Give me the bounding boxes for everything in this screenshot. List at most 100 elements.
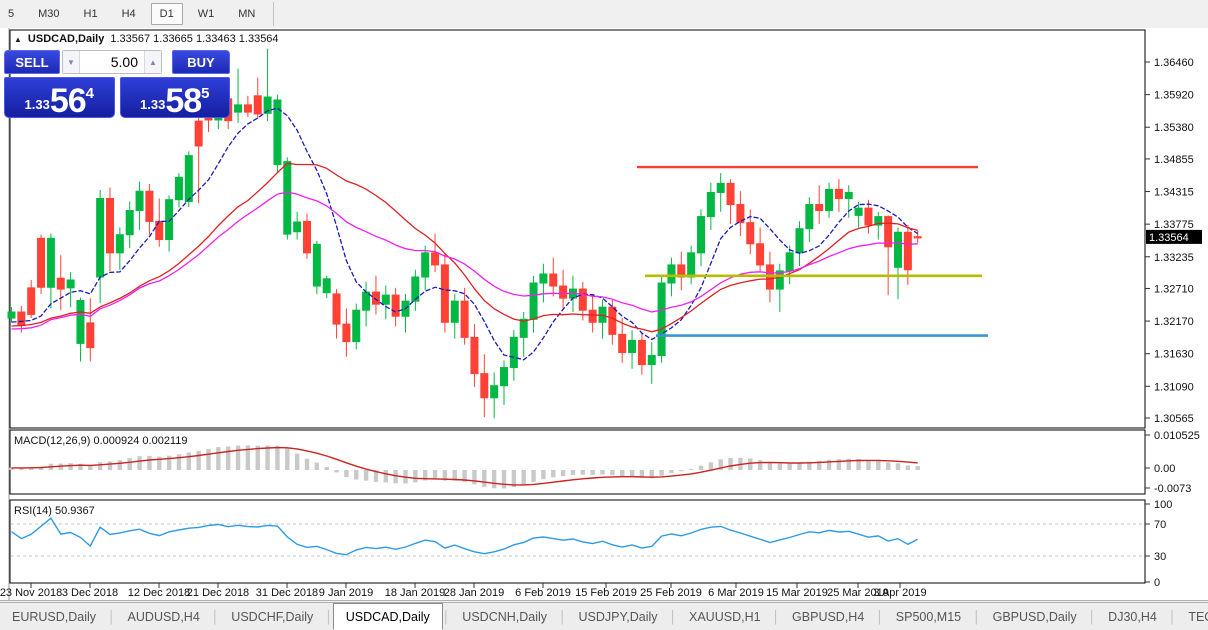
candle-body: [796, 229, 803, 253]
svg-text:1.33235: 1.33235: [1154, 252, 1194, 264]
candle-body: [619, 334, 626, 352]
volume-decrease-icon[interactable]: ▼: [63, 51, 80, 73]
svg-text:3 Apr 2019: 3 Apr 2019: [873, 587, 926, 599]
tab-usdjpy-daily[interactable]: USDJPY,Daily: [567, 603, 670, 630]
buy-button[interactable]: BUY: [172, 50, 230, 74]
one-click-trading-widget: SELL ▼ ▲ BUY 1.33 56 4 1.33 58 5: [4, 50, 230, 118]
candle-body: [895, 232, 902, 267]
macd-histogram-bar: [236, 446, 240, 470]
macd-histogram-bar: [758, 460, 762, 470]
tab-separator: │: [325, 603, 333, 630]
timeframe-button-mn[interactable]: MN: [229, 3, 264, 25]
macd-histogram-bar: [128, 458, 132, 470]
timeframe-button-h4[interactable]: H4: [113, 3, 145, 25]
sell-button[interactable]: SELL: [4, 50, 60, 74]
candle-body: [865, 208, 872, 225]
candle-body: [638, 340, 645, 364]
macd-histogram-bar: [482, 470, 486, 487]
macd-histogram-bar: [265, 446, 269, 470]
chart-symbol-label: USDCAD,Daily: [28, 33, 104, 45]
macd-histogram-bar: [433, 470, 437, 479]
svg-text:1.36460: 1.36460: [1154, 57, 1194, 69]
volume-increase-icon[interactable]: ▲: [144, 51, 161, 73]
macd-histogram-bar: [679, 470, 683, 471]
tab-usdcnh-daily[interactable]: USDCNH,Daily: [450, 603, 559, 630]
macd-histogram-bar: [866, 460, 870, 470]
svg-text:0.010525: 0.010525: [1154, 430, 1200, 442]
candle-body: [363, 292, 370, 310]
buy-price-big: 58: [165, 86, 201, 116]
symbol-tabbar: EURUSD,Daily│AUDUSD,H4│USDCHF,Daily│USDC…: [0, 602, 1208, 630]
macd-histogram-bar: [896, 463, 900, 470]
timeframe-button-d1[interactable]: D1: [151, 3, 183, 25]
tab-tech100-h1[interactable]: TECH100,H1: [1176, 603, 1208, 630]
candle-body: [786, 253, 793, 271]
tab-gbpusd-h4[interactable]: GBPUSD,H4: [780, 603, 876, 630]
candle-body: [826, 189, 833, 210]
macd-histogram-bar: [295, 454, 299, 470]
macd-histogram-bar: [88, 466, 92, 470]
tab-separator: │: [670, 603, 678, 630]
candle-body: [609, 307, 616, 334]
macd-histogram-bar: [551, 470, 555, 477]
collapse-icon[interactable]: ▲: [14, 35, 22, 44]
candle-body: [107, 198, 114, 252]
tab-separator: │: [773, 603, 781, 630]
svg-text:1.33775: 1.33775: [1154, 219, 1194, 231]
volume-stepper: ▼ ▲: [62, 50, 162, 74]
svg-text:100: 100: [1154, 499, 1172, 511]
tab-xauusd-h1[interactable]: XAUUSD,H1: [677, 603, 773, 630]
tab-audusd-h4[interactable]: AUDUSD,H4: [116, 603, 212, 630]
candle-body: [648, 355, 655, 364]
macd-histogram-bar: [177, 454, 181, 470]
macd-histogram-bar: [906, 465, 910, 470]
timeframe-button-h1[interactable]: H1: [75, 3, 107, 25]
tab-dj30-h4[interactable]: DJ30,H4: [1096, 603, 1169, 630]
candle-body: [520, 319, 527, 337]
svg-text:1.31090: 1.31090: [1154, 381, 1194, 393]
tab-usdchf-daily[interactable]: USDCHF,Daily: [219, 603, 325, 630]
timeframe-button-w1[interactable]: W1: [189, 3, 224, 25]
macd-histogram-bar: [147, 456, 151, 470]
macd-histogram-bar: [472, 470, 476, 484]
candle-body: [195, 121, 202, 146]
candle-body: [727, 183, 734, 204]
chart-title: ▲ USDCAD,Daily 1.33567 1.33665 1.33463 1…: [14, 33, 279, 45]
tab-separator: │: [876, 603, 884, 630]
candle-body: [38, 238, 45, 287]
svg-text:1.34315: 1.34315: [1154, 187, 1194, 199]
macd-histogram-bar: [492, 470, 496, 488]
candle-body: [294, 222, 301, 232]
candle-body: [855, 208, 862, 215]
toolbar-separator: [273, 2, 274, 26]
tab-sp500-m15[interactable]: SP500,M15: [884, 603, 973, 630]
macd-histogram-bar: [226, 446, 230, 470]
sell-price-box[interactable]: 1.33 56 4: [4, 77, 115, 118]
candle-body: [175, 177, 182, 199]
macd-histogram-bar: [187, 453, 191, 470]
candle-body: [422, 253, 429, 277]
tab-gbpusd-daily[interactable]: GBPUSD,Daily: [981, 603, 1089, 630]
buy-price-box[interactable]: 1.33 58 5: [120, 77, 231, 118]
macd-histogram-bar: [916, 466, 920, 470]
macd-histogram-bar: [315, 463, 319, 470]
candle-body: [372, 292, 379, 304]
tab-eurusd-daily[interactable]: EURUSD,Daily: [0, 603, 108, 630]
candle-body: [451, 301, 458, 322]
macd-histogram-bar: [196, 451, 200, 470]
macd-histogram-bar: [285, 449, 289, 470]
candle-body: [343, 324, 350, 342]
svg-text:12 Dec 2018: 12 Dec 2018: [128, 587, 190, 599]
timeframe-button-5[interactable]: 5: [0, 3, 23, 25]
macd-histogram-bar: [502, 470, 506, 488]
tab-usdcad-daily[interactable]: USDCAD,Daily: [333, 603, 443, 630]
macd-histogram-bar: [728, 458, 732, 470]
candle-body: [77, 301, 84, 344]
volume-input[interactable]: [80, 51, 144, 73]
macd-histogram-bar: [344, 470, 348, 477]
tab-separator: │: [1089, 603, 1097, 630]
candle-body: [530, 283, 537, 319]
timeframe-button-m30[interactable]: M30: [29, 3, 68, 25]
candle-body: [57, 278, 64, 289]
macd-histogram-bar: [561, 470, 565, 476]
